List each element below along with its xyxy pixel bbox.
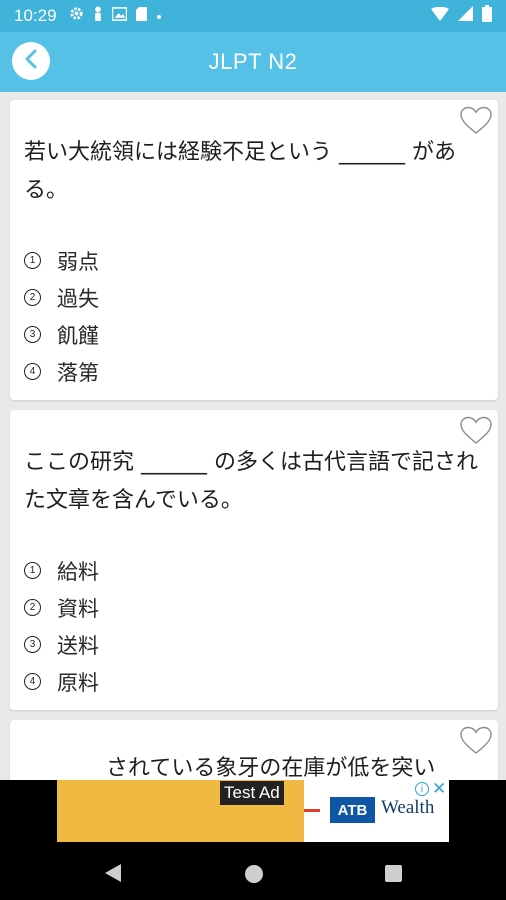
question-list[interactable]: 若い大統領には経験不足という ______ がある。 1 弱点 2 過失 3 飢… bbox=[0, 92, 506, 780]
option-number: 3 bbox=[24, 636, 41, 653]
settings-icon bbox=[69, 6, 84, 26]
dot-icon bbox=[156, 7, 162, 25]
chevron-left-icon bbox=[23, 49, 39, 73]
page-title: JLPT N2 bbox=[208, 49, 298, 74]
option-number: 1 bbox=[24, 562, 41, 579]
nav-recent-apps-icon[interactable] bbox=[385, 865, 402, 882]
option-4[interactable]: 4 落第 bbox=[24, 353, 99, 390]
system-nav-bar bbox=[0, 848, 506, 900]
ad-brand-logo: ATB bbox=[330, 797, 375, 823]
image-icon bbox=[111, 6, 127, 26]
option-4[interactable]: 4 原料 bbox=[24, 663, 99, 700]
option-text: 原料 bbox=[57, 670, 99, 695]
option-text: 資料 bbox=[57, 596, 99, 621]
options-list: 1 給料 2 資料 3 送料 4 原料 bbox=[24, 552, 99, 700]
person-icon bbox=[93, 6, 103, 26]
option-text: 送料 bbox=[57, 633, 99, 658]
option-2[interactable]: 2 過失 bbox=[24, 279, 99, 316]
favorite-heart-icon[interactable] bbox=[460, 416, 492, 446]
info-icon[interactable]: i bbox=[415, 782, 429, 796]
wifi-icon bbox=[431, 6, 449, 26]
option-number: 2 bbox=[24, 599, 41, 616]
option-text: 弱点 bbox=[57, 249, 99, 274]
status-time: 10:29 bbox=[14, 6, 57, 25]
ad-label: Test Ad bbox=[220, 781, 284, 805]
ad-divider bbox=[304, 809, 320, 812]
question-card: されている象牙の在庫が低を突い bbox=[10, 720, 498, 780]
favorite-heart-icon[interactable] bbox=[460, 106, 492, 136]
option-number: 4 bbox=[24, 673, 41, 690]
option-3[interactable]: 3 送料 bbox=[24, 626, 99, 663]
option-number: 4 bbox=[24, 363, 41, 380]
option-3[interactable]: 3 飢饉 bbox=[24, 316, 99, 353]
nav-home-icon[interactable] bbox=[245, 865, 263, 883]
options-list: 1 弱点 2 過失 3 飢饉 4 落第 bbox=[24, 242, 99, 390]
ad-content[interactable]: Test Ad ATB Wealth i ✕ bbox=[57, 779, 449, 842]
option-number: 1 bbox=[24, 252, 41, 269]
app-bar: JLPT N2 bbox=[0, 32, 506, 92]
question-text: ここの研究 ______ の多くは古代言語で記された文章を含んでいる。 bbox=[24, 450, 478, 513]
option-text: 過失 bbox=[57, 286, 99, 311]
option-text: 飢饉 bbox=[57, 323, 99, 348]
signal-icon bbox=[458, 6, 473, 26]
back-button[interactable] bbox=[12, 42, 50, 80]
option-number: 3 bbox=[24, 326, 41, 343]
sd-card-icon bbox=[135, 6, 147, 26]
ad-banner: Test Ad ATB Wealth i ✕ bbox=[0, 779, 506, 848]
nav-back-icon[interactable] bbox=[104, 863, 122, 887]
question-card: 若い大統領には経験不足という ______ がある。 1 弱点 2 過失 3 飢… bbox=[10, 100, 498, 400]
option-2[interactable]: 2 資料 bbox=[24, 589, 99, 626]
battery-icon bbox=[482, 5, 492, 27]
option-text: 給料 bbox=[57, 559, 99, 584]
question-text: 若い大統領には経験不足という ______ がある。 bbox=[24, 140, 456, 203]
option-text: 落第 bbox=[57, 360, 99, 385]
close-icon[interactable]: ✕ bbox=[432, 779, 446, 799]
status-bar: 10:29 bbox=[0, 0, 506, 32]
option-1[interactable]: 1 給料 bbox=[24, 552, 99, 589]
question-text: されている象牙の在庫が低を突い bbox=[106, 756, 436, 780]
option-number: 2 bbox=[24, 289, 41, 306]
option-1[interactable]: 1 弱点 bbox=[24, 242, 99, 279]
ad-brand-text: Wealth bbox=[381, 797, 435, 818]
question-card: ここの研究 ______ の多くは古代言語で記された文章を含んでいる。 1 給料… bbox=[10, 410, 498, 710]
